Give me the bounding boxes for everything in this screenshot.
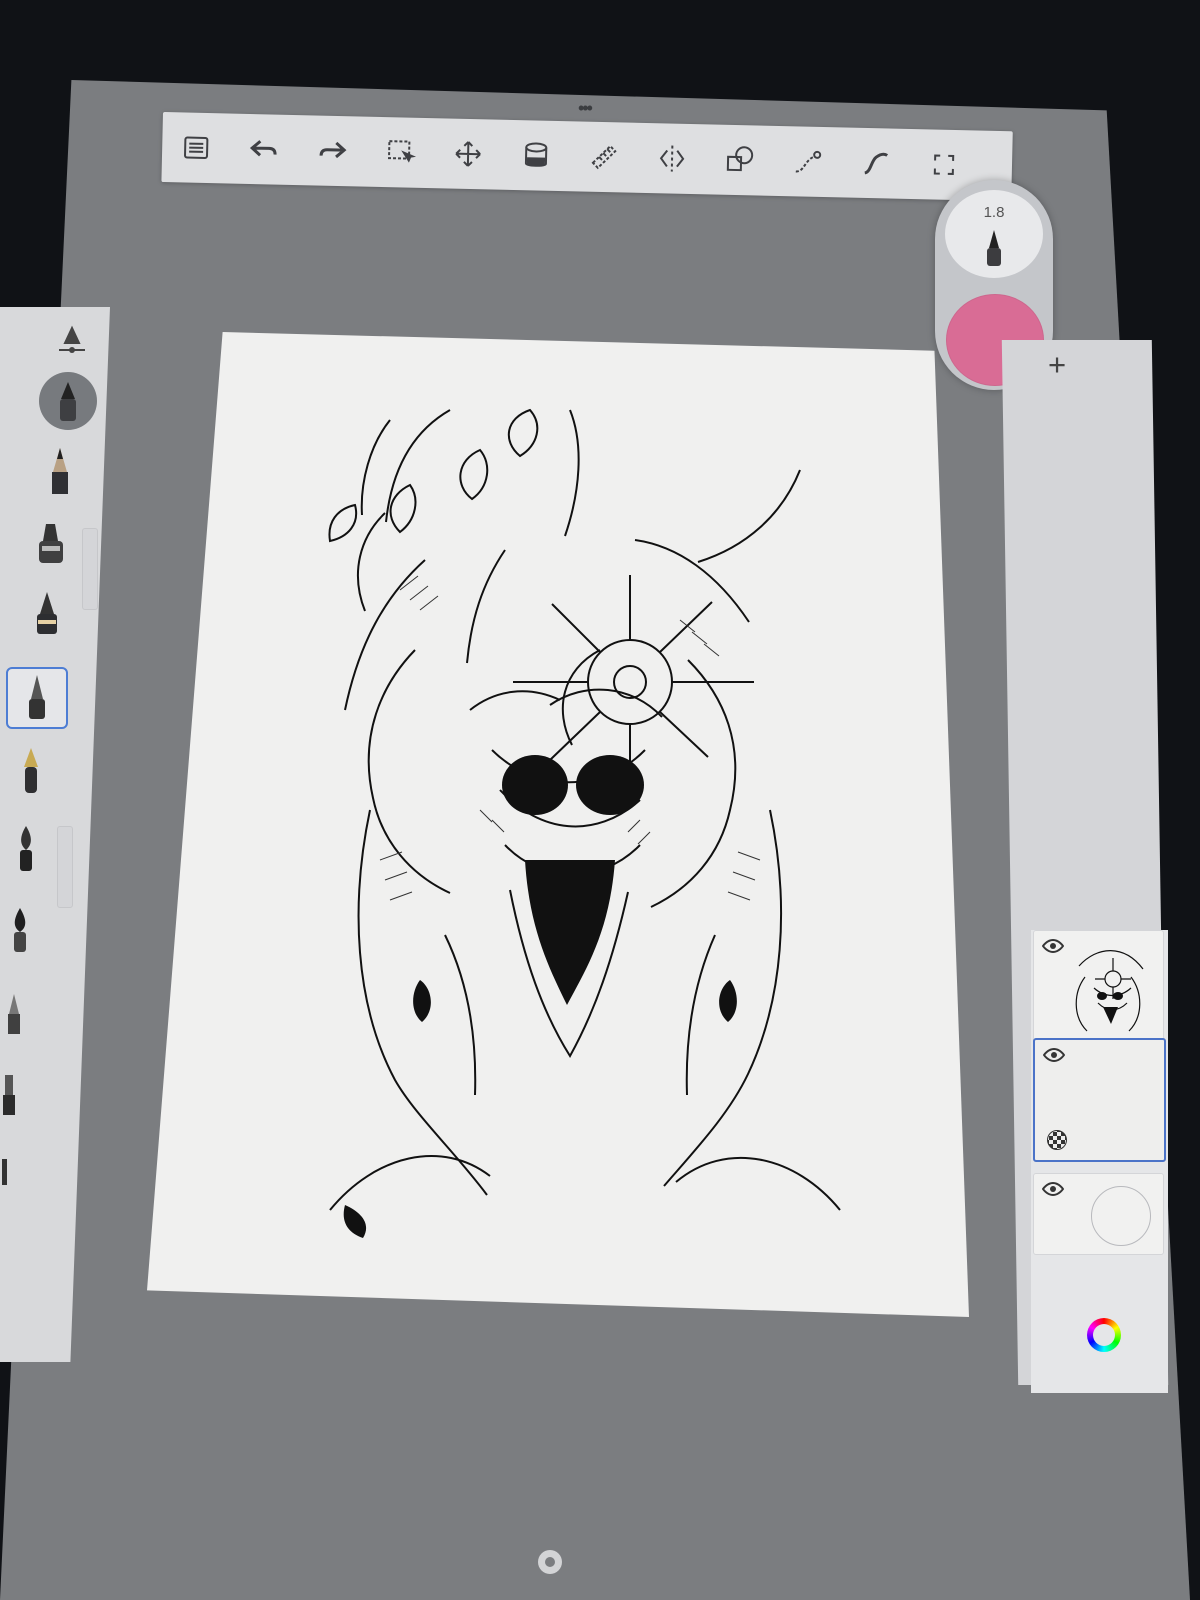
move-icon[interactable]	[433, 123, 502, 185]
inking-pen-brush[interactable]	[6, 667, 68, 729]
visibility-eye-icon[interactable]	[1043, 1048, 1065, 1062]
fountain-pen-brush[interactable]	[2, 742, 60, 800]
brush-palette-tab-bottom[interactable]	[57, 826, 73, 908]
add-layer-button[interactable]: +	[1048, 349, 1066, 380]
marker-brush[interactable]	[22, 515, 80, 573]
background-color-swatch[interactable]	[1091, 1186, 1151, 1246]
toolbar-drag-handle[interactable]: •••	[578, 99, 593, 117]
fill-icon[interactable]	[501, 125, 570, 187]
technical-pen-brush[interactable]	[18, 585, 76, 643]
symmetry-icon[interactable]	[637, 128, 706, 190]
layer-thumbnail-background[interactable]	[1033, 1173, 1164, 1255]
brush-palette-tab-top[interactable]	[82, 528, 98, 610]
pen-brush[interactable]	[0, 1066, 38, 1124]
visibility-eye-icon[interactable]	[1042, 1182, 1064, 1196]
stroke-icon[interactable]	[773, 131, 842, 193]
brush-tip-icon	[987, 230, 1001, 266]
selection-icon[interactable]	[365, 122, 434, 184]
brush-size-value: 1.8	[983, 204, 1005, 221]
layer-thumbnail-drawing[interactable]	[1033, 930, 1164, 1052]
pencil-brush[interactable]	[31, 442, 89, 500]
selected-brush-preview[interactable]	[39, 372, 97, 430]
shape-icon[interactable]	[705, 129, 774, 191]
small-pen-brush[interactable]	[0, 1148, 33, 1206]
paint-brush[interactable]	[0, 820, 55, 878]
brush-settings-icon[interactable]	[43, 312, 101, 370]
layer-thumbnail-active[interactable]	[1033, 1038, 1166, 1162]
color-wheel-icon[interactable]	[1087, 1318, 1121, 1352]
ui-toggle-handle[interactable]	[538, 1550, 562, 1574]
curve-icon[interactable]	[841, 132, 910, 194]
list-icon[interactable]	[162, 117, 231, 179]
airbrush-brush[interactable]	[0, 985, 43, 1043]
redo-icon[interactable]	[297, 120, 366, 182]
transparency-checker-icon[interactable]	[1047, 1130, 1067, 1150]
ink-brush[interactable]	[0, 902, 49, 960]
undo-icon[interactable]	[230, 119, 299, 181]
ruler-icon[interactable]	[569, 126, 638, 188]
brush-size-puck[interactable]: 1.8	[945, 190, 1043, 278]
drawing-layer-thumbnail	[1075, 950, 1144, 1032]
floral-skull-ink-drawing	[328, 408, 841, 1238]
